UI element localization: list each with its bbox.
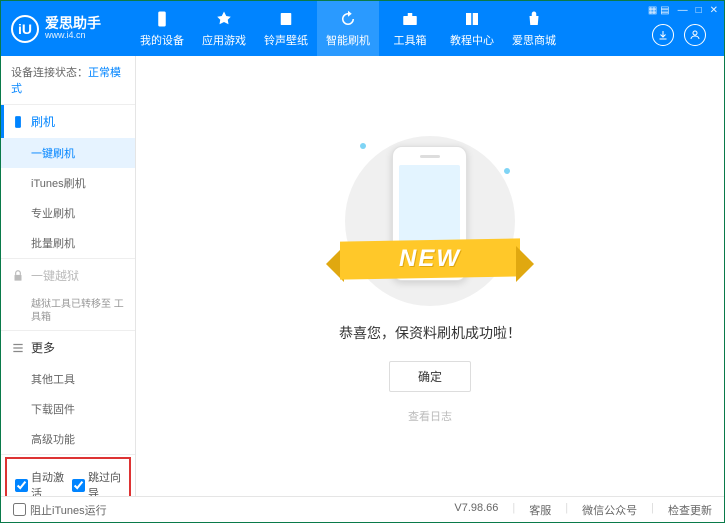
window-controls: ▦ ▤ — □ ✕ <box>648 5 718 16</box>
list-icon <box>11 341 25 355</box>
toolbox-icon <box>400 9 420 29</box>
shop-icon <box>524 9 544 29</box>
lock-icon <box>11 269 25 283</box>
device-icon <box>152 9 172 29</box>
nav-label: 爱思商城 <box>512 32 556 48</box>
brand-logo[interactable]: iU 爱思助手 www.i4.cn <box>11 15 131 43</box>
jailbreak-note: 越狱工具已转移至 工具箱 <box>1 292 135 330</box>
book-icon <box>462 9 482 29</box>
nav-tutorials[interactable]: 教程中心 <box>441 1 503 56</box>
refresh-icon <box>338 9 358 29</box>
menu-icon[interactable]: ▦ ▤ <box>648 5 670 16</box>
sidebar: 设备连接状态：正常模式 刷机 一键刷机 iTunes刷机 专业刷机 批量刷机 一… <box>1 56 136 496</box>
sidebar-item-advanced[interactable]: 高级功能 <box>1 424 135 454</box>
section-label: 刷机 <box>31 113 55 130</box>
success-illustration: NEW <box>330 128 530 308</box>
app-header: ▦ ▤ — □ ✕ iU 爱思助手 www.i4.cn 我的设备 应用游戏 铃声 <box>1 1 724 56</box>
skip-guide-checkbox[interactable]: 跳过向导 <box>72 469 121 496</box>
nav-label: 智能刷机 <box>326 32 370 48</box>
main-nav: 我的设备 应用游戏 铃声壁纸 智能刷机 工具箱 教程中心 <box>131 1 652 56</box>
footer-service-link[interactable]: 客服 <box>529 502 551 518</box>
nav-toolbox[interactable]: 工具箱 <box>379 1 441 56</box>
sidebar-item-download-firmware[interactable]: 下载固件 <box>1 394 135 424</box>
section-label: 一键越狱 <box>31 267 79 284</box>
ribbon-text: NEW <box>330 240 530 278</box>
brand-url: www.i4.cn <box>45 31 101 41</box>
sidebar-section-flash[interactable]: 刷机 <box>1 105 135 138</box>
nav-shop[interactable]: 爱思商城 <box>503 1 565 56</box>
nav-label: 工具箱 <box>394 32 427 48</box>
view-log-link[interactable]: 查看日志 <box>408 408 452 424</box>
sidebar-item-oneclick-flash[interactable]: 一键刷机 <box>1 138 135 168</box>
maximize-icon[interactable]: □ <box>696 5 702 16</box>
close-icon[interactable]: ✕ <box>710 5 718 16</box>
sidebar-item-pro-flash[interactable]: 专业刷机 <box>1 198 135 228</box>
success-message: 恭喜您，保资料刷机成功啦！ <box>339 323 521 343</box>
download-button[interactable] <box>652 24 674 46</box>
sidebar-item-itunes-flash[interactable]: iTunes刷机 <box>1 168 135 198</box>
nav-apps[interactable]: 应用游戏 <box>193 1 255 56</box>
auto-activate-checkbox[interactable]: 自动激活 <box>15 469 64 496</box>
connection-status: 设备连接状态：正常模式 <box>1 56 135 105</box>
apps-icon <box>214 9 234 29</box>
user-button[interactable] <box>684 24 706 46</box>
footer-update-link[interactable]: 检查更新 <box>668 502 712 518</box>
nav-ringtones[interactable]: 铃声壁纸 <box>255 1 317 56</box>
nav-label: 应用游戏 <box>202 32 246 48</box>
status-label: 设备连接状态： <box>11 67 88 79</box>
sidebar-item-batch-flash[interactable]: 批量刷机 <box>1 228 135 258</box>
nav-label: 教程中心 <box>450 32 494 48</box>
header-actions <box>652 24 714 46</box>
version-label: V7.98.66 <box>454 502 498 518</box>
block-itunes-checkbox[interactable]: 阻止iTunes运行 <box>13 502 107 518</box>
logo-icon: iU <box>11 15 39 43</box>
music-icon <box>276 9 296 29</box>
minimize-icon[interactable]: — <box>678 5 688 16</box>
sidebar-item-other-tools[interactable]: 其他工具 <box>1 364 135 394</box>
main-content: NEW 恭喜您，保资料刷机成功啦！ 确定 查看日志 <box>136 56 724 496</box>
sidebar-section-jailbreak: 一键越狱 <box>1 259 135 292</box>
nav-flash[interactable]: 智能刷机 <box>317 1 379 56</box>
phone-icon <box>11 115 25 129</box>
sidebar-section-more[interactable]: 更多 <box>1 331 135 364</box>
section-label: 更多 <box>31 339 55 356</box>
nav-my-device[interactable]: 我的设备 <box>131 1 193 56</box>
brand-name: 爱思助手 <box>45 16 101 31</box>
options-row: 自动激活 跳过向导 <box>5 457 131 496</box>
nav-label: 铃声壁纸 <box>264 32 308 48</box>
nav-label: 我的设备 <box>140 32 184 48</box>
footer: 阻止iTunes运行 V7.98.66 | 客服 | 微信公众号 | 检查更新 <box>1 496 724 522</box>
ok-button[interactable]: 确定 <box>389 361 471 392</box>
footer-wechat-link[interactable]: 微信公众号 <box>582 502 637 518</box>
